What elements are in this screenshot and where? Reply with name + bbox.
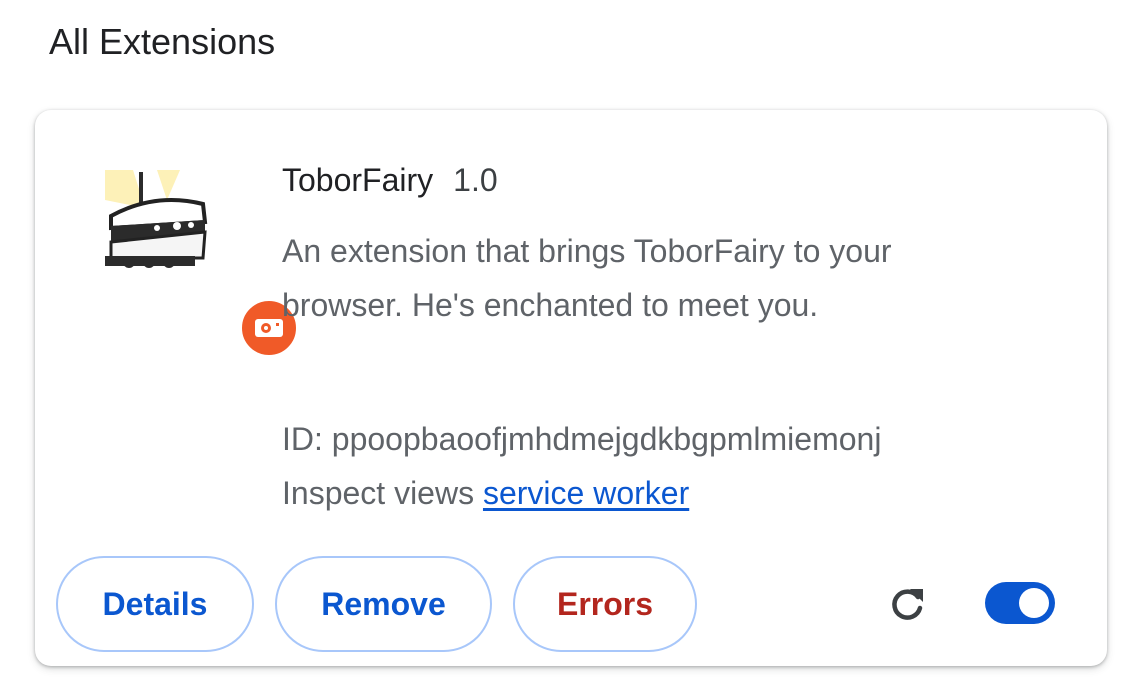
extension-name-row: ToborFairy 1.0	[282, 160, 982, 200]
extension-icon	[105, 170, 299, 358]
extension-name: ToborFairy	[282, 162, 434, 198]
section-title: All Extensions	[49, 21, 276, 62]
reload-icon[interactable]	[887, 584, 927, 624]
toggle-knob	[1019, 588, 1049, 618]
extensions-page: All Extensions ToborFairy 1.0 An extensi…	[0, 0, 1125, 688]
details-button[interactable]: Details	[56, 556, 254, 652]
inspect-views-label: Inspect views	[282, 475, 475, 511]
extension-version: 1.0	[453, 162, 498, 198]
extension-info: ToborFairy 1.0 An extension that brings T…	[282, 160, 982, 520]
remove-button[interactable]: Remove	[275, 556, 492, 652]
enable-toggle[interactable]	[985, 582, 1055, 624]
extension-card: ToborFairy 1.0 An extension that brings T…	[35, 110, 1107, 666]
extension-description: An extension that brings ToborFairy to y…	[282, 233, 892, 323]
service-worker-link[interactable]: service worker	[483, 475, 689, 511]
toborfairy-robot-icon	[105, 170, 208, 268]
inspect-views: Inspect views service worker	[282, 466, 982, 520]
errors-button[interactable]: Errors	[513, 556, 697, 652]
extension-id: ID: ppoopbaoofjmhdmejgdkbgpmlmiemonj	[282, 421, 882, 457]
